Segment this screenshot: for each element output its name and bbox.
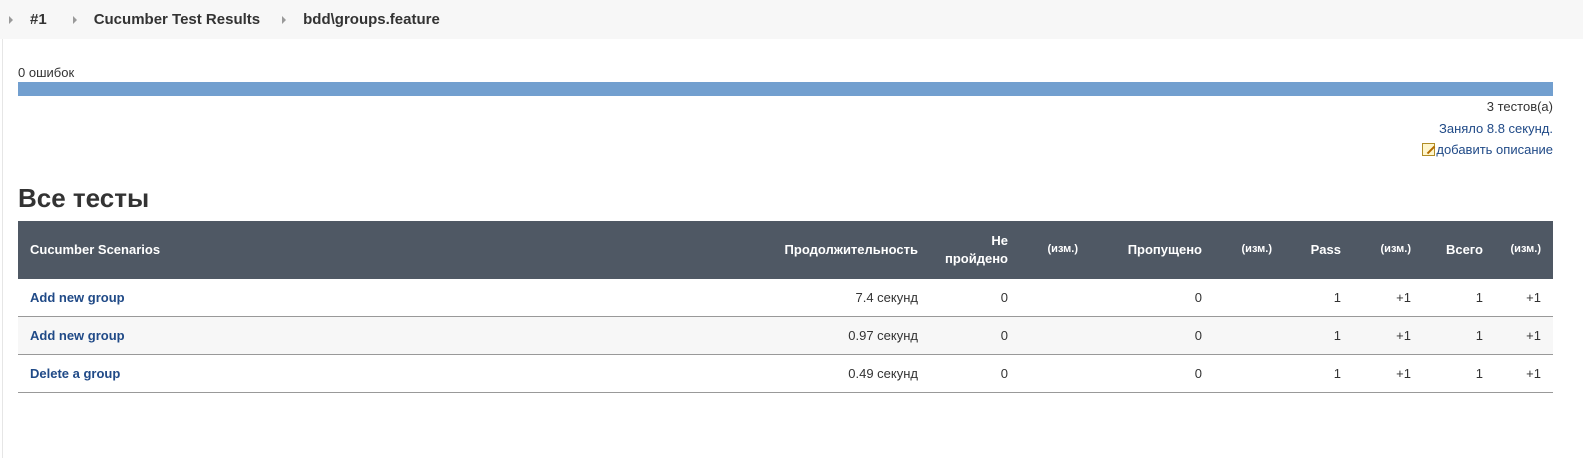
- pass-diff-cell: +1: [1353, 316, 1423, 355]
- duration-cell: 0.49 секунд: [726, 354, 930, 393]
- total-diff-cell: +1: [1495, 279, 1553, 317]
- test-progress-bar: [18, 82, 1553, 96]
- breadcrumb-item-build: #1: [0, 0, 47, 39]
- col-header-failed[interactable]: Не пройдено: [930, 221, 1020, 279]
- test-count: 3 тестов(a): [1486, 99, 1553, 114]
- page-title: Все тесты: [18, 183, 150, 213]
- scenario-link[interactable]: Delete a group: [30, 366, 120, 381]
- table-row: Delete a group 0.49 секунд 0 0 1 +1 1 +1: [18, 354, 1553, 393]
- col-header-pass[interactable]: Pass: [1284, 221, 1353, 279]
- chevron-right-icon[interactable]: [72, 15, 77, 24]
- col-header-pass-diff[interactable]: (изм.): [1353, 221, 1423, 279]
- pass-cell: 1: [1284, 316, 1353, 355]
- pass-diff-cell: +1: [1353, 279, 1423, 317]
- failed-diff-cell: [1020, 316, 1090, 355]
- results-table: Cucumber Scenarios Продолжительность Не …: [18, 221, 1553, 393]
- add-description-link[interactable]: добавить описание: [1422, 142, 1553, 157]
- col-header-skipped-diff[interactable]: (изм.): [1214, 221, 1284, 279]
- failed-diff-cell: [1020, 354, 1090, 393]
- add-description-label[interactable]: добавить описание: [1436, 142, 1553, 157]
- col-header-duration[interactable]: Продолжительность: [726, 221, 930, 279]
- col-header-total[interactable]: Всего: [1423, 221, 1495, 279]
- failed-cell: 0: [930, 316, 1020, 355]
- col-header-name[interactable]: Cucumber Scenarios: [18, 221, 726, 279]
- failed-diff-cell: [1020, 279, 1090, 317]
- scenario-link[interactable]: Add new group: [30, 290, 125, 305]
- skipped-cell: 0: [1090, 316, 1214, 355]
- side-divider: [2, 39, 3, 458]
- skipped-cell: 0: [1090, 279, 1214, 317]
- failed-cell: 0: [930, 279, 1020, 317]
- breadcrumb-item-cucumber-results: Cucumber Test Results: [47, 0, 260, 39]
- col-header-failed-diff[interactable]: (изм.): [1020, 221, 1090, 279]
- duration-cell: 0.97 секунд: [726, 316, 930, 355]
- breadcrumb: #1 Cucumber Test Results bdd\groups.feat…: [0, 0, 1583, 39]
- total-cell: 1: [1423, 316, 1495, 355]
- skipped-cell: 0: [1090, 354, 1214, 393]
- skipped-diff-cell: [1214, 279, 1284, 317]
- skipped-diff-cell: [1214, 316, 1284, 355]
- total-cell: 1: [1423, 354, 1495, 393]
- scenario-cell: Add new group: [18, 279, 726, 317]
- failure-count: 0 ошибок: [18, 65, 75, 80]
- pass-diff-cell: +1: [1353, 354, 1423, 393]
- skipped-diff-cell: [1214, 354, 1284, 393]
- failed-cell: 0: [930, 354, 1020, 393]
- breadcrumb-item-feature: bdd\groups.feature: [260, 0, 440, 39]
- table-row: Add new group 0.97 секунд 0 0 1 +1 1 +1: [18, 316, 1553, 355]
- breadcrumb-link-build[interactable]: #1: [30, 11, 47, 28]
- col-header-skipped[interactable]: Пропущено: [1090, 221, 1214, 279]
- duration-cell: 7.4 секунд: [726, 279, 930, 317]
- total-cell: 1: [1423, 279, 1495, 317]
- total-diff-cell: +1: [1495, 316, 1553, 355]
- table-row: Add new group 7.4 секунд 0 0 1 +1 1 +1: [18, 279, 1553, 317]
- col-header-total-diff[interactable]: (изм.): [1495, 221, 1553, 279]
- scenario-cell: Delete a group: [18, 354, 726, 393]
- pass-cell: 1: [1284, 279, 1353, 317]
- table-header-row: Cucumber Scenarios Продолжительность Не …: [18, 221, 1553, 279]
- scenario-cell: Add new group: [18, 316, 726, 355]
- chevron-right-icon[interactable]: [9, 15, 13, 24]
- duration-link[interactable]: Заняло 8.8 секунд.: [1439, 121, 1553, 136]
- breadcrumb-link-cucumber-results[interactable]: Cucumber Test Results: [94, 11, 260, 28]
- pass-cell: 1: [1284, 354, 1353, 393]
- scenario-link[interactable]: Add new group: [30, 328, 125, 343]
- total-diff-cell: +1: [1495, 354, 1553, 393]
- edit-note-icon: [1422, 143, 1436, 156]
- chevron-right-icon[interactable]: [282, 15, 287, 24]
- breadcrumb-link-feature[interactable]: bdd\groups.feature: [303, 11, 440, 28]
